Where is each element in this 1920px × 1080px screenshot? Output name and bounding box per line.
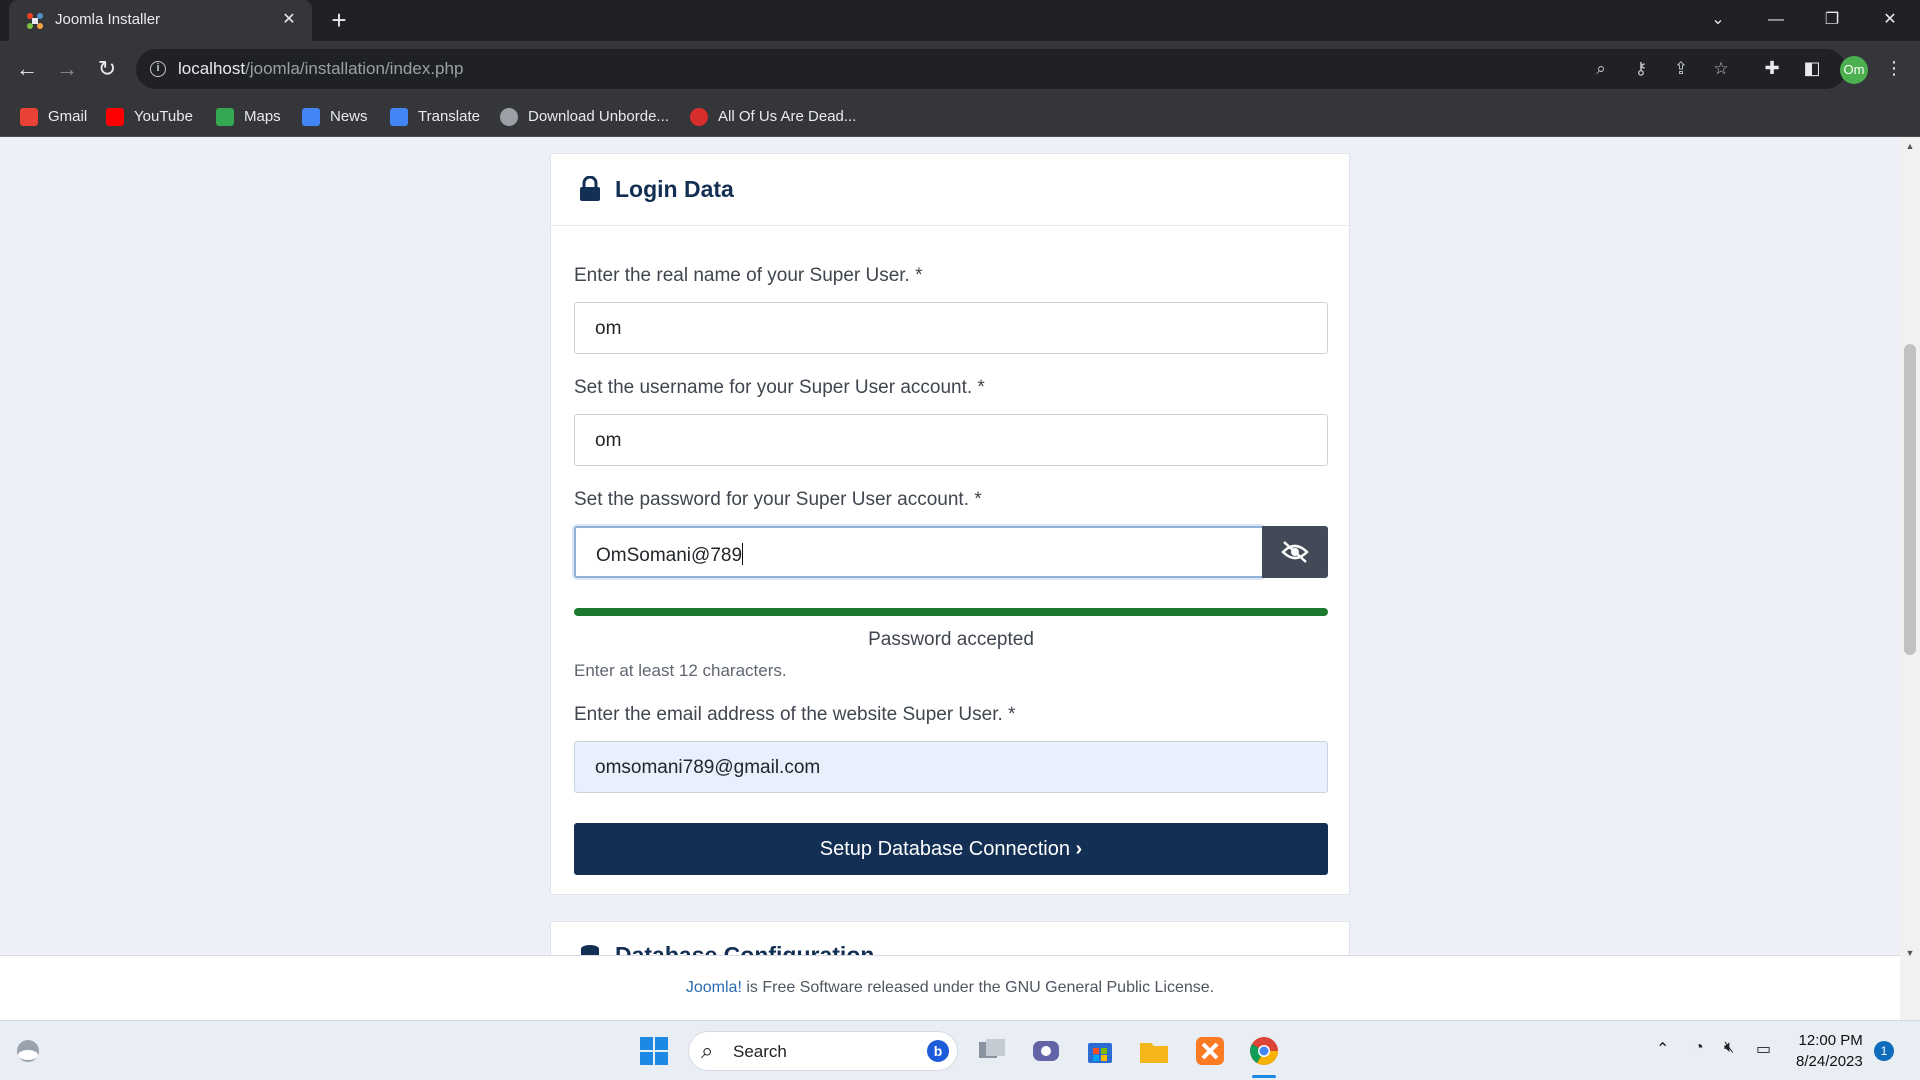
password-label: Set the password for your Super User acc… xyxy=(574,489,982,510)
xampp-icon[interactable] xyxy=(1194,1035,1226,1067)
password-hint: Enter at least 12 characters. xyxy=(574,661,787,680)
task-view-icon[interactable] xyxy=(976,1035,1008,1067)
new-tab-icon[interactable]: + xyxy=(326,7,352,34)
news-icon xyxy=(302,108,320,126)
restore-icon[interactable]: ❐ xyxy=(1810,6,1854,34)
wifi-icon[interactable]: ◔ xyxy=(1694,1039,1704,1057)
bookmark-youtube[interactable]: YouTube xyxy=(106,105,193,129)
tab-title: Joomla Installer xyxy=(55,11,161,28)
realname-input[interactable]: om xyxy=(574,302,1328,354)
bookmark-all-of-us[interactable]: All Of Us Are Dead... xyxy=(690,105,856,129)
section-title: Login Data xyxy=(615,176,734,202)
file-explorer-icon[interactable] xyxy=(1138,1035,1170,1067)
browser-toolbar: ← → ↻ i localhost/joomla/installation/in… xyxy=(0,41,1920,97)
page-content: Login Data Enter the real name of your S… xyxy=(0,137,1900,955)
eye-slash-icon xyxy=(1281,541,1309,563)
card-header: Login Data xyxy=(551,154,1349,226)
username-label: Set the username for your Super User acc… xyxy=(574,377,985,398)
gmail-icon xyxy=(20,108,38,126)
maps-icon xyxy=(216,108,234,126)
menu-kebab-icon[interactable]: ⋮ xyxy=(1882,56,1906,80)
toggle-password-visibility-button[interactable] xyxy=(1262,526,1328,578)
tab-search-chevron-icon[interactable]: ⌄ xyxy=(1696,6,1740,34)
email-input[interactable]: omsomani789@gmail.com xyxy=(574,741,1328,793)
browser-tab[interactable]: Joomla Installer ✕ xyxy=(9,0,312,41)
email-label: Enter the email address of the website S… xyxy=(574,704,1016,725)
browser-tab-bar: Joomla Installer ✕ + ⌄ — ❐ ✕ xyxy=(0,0,1920,41)
scroll-down-icon[interactable]: ▼ xyxy=(1900,948,1920,962)
scroll-thumb[interactable] xyxy=(1904,344,1916,655)
search-icon: ⌕ xyxy=(701,1038,714,1063)
bookmark-maps[interactable]: Maps xyxy=(216,105,281,129)
windows-start-icon[interactable] xyxy=(638,1035,670,1067)
share-icon[interactable]: ⇪ xyxy=(1670,58,1692,80)
weather-icon[interactable] xyxy=(12,1035,44,1067)
password-strength-meter xyxy=(574,608,1328,616)
key-icon[interactable]: ⚷ xyxy=(1630,58,1652,80)
windows-taskbar: ⌕ Search b ⌃ ◔ 🔇︎ ▭ 12:00 PM 8/24/2023 1 xyxy=(0,1020,1920,1080)
extensions-icon[interactable]: ✚ xyxy=(1760,56,1784,80)
taskbar-clock[interactable]: 12:00 PM 8/24/2023 xyxy=(1796,1030,1863,1072)
bing-icon[interactable]: b xyxy=(927,1040,949,1062)
youtube-icon xyxy=(106,108,124,126)
site-info-icon[interactable]: i xyxy=(150,61,166,77)
database-section-title: Database Configuration xyxy=(615,942,875,955)
login-data-card: Login Data Enter the real name of your S… xyxy=(550,153,1350,895)
page-footer: Joomla! is Free Software released under … xyxy=(0,955,1900,1020)
realname-label: Enter the real name of your Super User. … xyxy=(574,265,923,286)
joomla-link[interactable]: Joomla! xyxy=(686,979,742,996)
bookmark-gmail[interactable]: Gmail xyxy=(20,105,87,129)
volume-muted-icon[interactable]: 🔇︎ xyxy=(1724,1039,1734,1057)
tab-close-icon[interactable]: ✕ xyxy=(278,9,300,31)
microsoft-store-icon[interactable] xyxy=(1084,1035,1116,1067)
lock-icon xyxy=(580,176,600,201)
password-input[interactable]: OmSomani@789 xyxy=(574,526,1264,578)
back-icon[interactable]: ← xyxy=(12,54,42,84)
chevron-right-icon: › xyxy=(1075,838,1083,860)
translate-icon xyxy=(390,108,408,126)
battery-icon[interactable]: ▭ xyxy=(1756,1039,1771,1059)
forward-icon[interactable]: → xyxy=(52,54,82,84)
url-text[interactable]: localhost/joomla/installation/index.php xyxy=(178,59,463,79)
bookmarks-bar: Gmail YouTube Maps News Translate Downlo… xyxy=(0,97,1920,137)
search-icon[interactable]: ⌕ xyxy=(1590,58,1612,80)
bookmark-star-icon[interactable]: ☆ xyxy=(1710,58,1732,80)
bookmark-news[interactable]: News xyxy=(302,105,368,129)
notification-badge[interactable]: 1 xyxy=(1874,1041,1894,1061)
address-bar[interactable]: i localhost/joomla/installation/index.ph… xyxy=(136,49,1846,89)
password-strength-text: Password accepted xyxy=(868,629,1034,650)
password-strength-fill xyxy=(574,608,1328,616)
active-app-indicator xyxy=(1252,1075,1276,1078)
close-window-icon[interactable]: ✕ xyxy=(1868,6,1912,34)
show-hidden-icons-icon[interactable]: ⌃ xyxy=(1656,1039,1669,1059)
globe-icon xyxy=(500,108,518,126)
text-caret xyxy=(742,543,744,565)
bookmark-translate[interactable]: Translate xyxy=(390,105,480,129)
setup-database-connection-button[interactable]: Setup Database Connection › xyxy=(574,823,1328,875)
bookmark-download[interactable]: Download Unborde... xyxy=(500,105,669,129)
scroll-up-icon[interactable]: ▲ xyxy=(1900,141,1920,155)
username-input[interactable]: om xyxy=(574,414,1328,466)
reload-icon[interactable]: ↻ xyxy=(92,54,122,84)
side-panel-icon[interactable]: ◧ xyxy=(1800,56,1824,80)
page-scrollbar[interactable]: ▲ ▼ xyxy=(1900,137,1920,1020)
footer-text: is Free Software released under the GNU … xyxy=(741,979,1215,996)
joomla-favicon-icon xyxy=(27,13,43,29)
database-configuration-card: Database Configuration xyxy=(550,921,1350,955)
profile-avatar[interactable]: Om xyxy=(1840,56,1868,84)
vivaldi-icon xyxy=(690,108,708,126)
chrome-icon[interactable] xyxy=(1248,1035,1280,1067)
minimize-icon[interactable]: — xyxy=(1754,6,1798,34)
taskbar-search[interactable]: ⌕ Search b xyxy=(688,1031,958,1071)
database-icon xyxy=(581,945,599,955)
teams-chat-icon[interactable] xyxy=(1030,1035,1062,1067)
